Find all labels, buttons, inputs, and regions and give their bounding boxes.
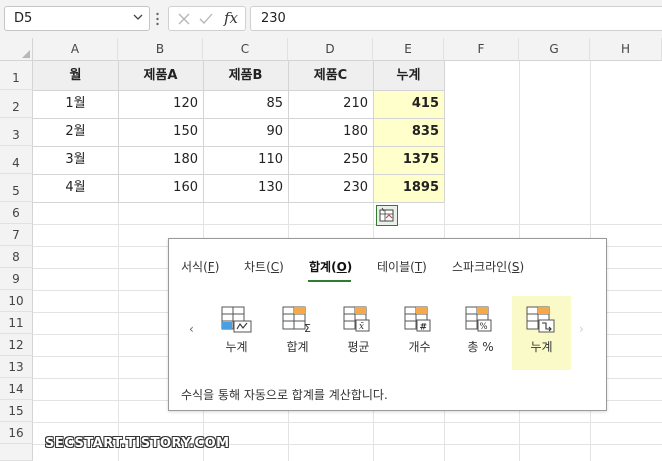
row-header[interactable]: 10 <box>0 290 33 312</box>
formula-bar: D5 fx 230 <box>0 0 662 38</box>
tool-description: 수식을 통해 자동으로 합계를 계산합니다. <box>181 388 388 402</box>
column-header[interactable]: G <box>519 38 590 61</box>
row-header[interactable]: 15 <box>0 400 33 422</box>
tool-label: 총 % <box>467 340 494 354</box>
table-cell[interactable]: 90 <box>203 118 288 146</box>
table-cell[interactable]: 180 <box>288 118 373 146</box>
quick-analysis-button[interactable] <box>376 205 398 226</box>
row-header[interactable]: 12 <box>0 334 33 356</box>
active-tab-indicator <box>308 280 351 282</box>
insert-function-button[interactable]: fx <box>224 9 238 27</box>
tab-totals[interactable]: 합계(O) <box>309 258 352 275</box>
svg-text:%: % <box>480 322 488 332</box>
table-cell[interactable]: 130 <box>203 174 288 202</box>
running-total-cell[interactable]: 415 <box>373 90 444 118</box>
sum-button[interactable]: Σ 합계 <box>268 296 327 370</box>
table-cell[interactable]: 150 <box>118 118 203 146</box>
selected-cell[interactable]: 230 <box>288 174 373 202</box>
count-icon: # <box>404 306 431 333</box>
table-cell[interactable]: 1월 <box>33 90 118 118</box>
running-total-cell[interactable]: 835 <box>373 118 444 146</box>
tool-label: 평균 <box>347 340 370 354</box>
row-header[interactable]: 5 <box>0 174 33 202</box>
sum-icon: Σ <box>282 306 311 334</box>
column-header[interactable]: D <box>288 38 373 61</box>
row-header[interactable]: 2 <box>0 90 33 118</box>
formula-value: 230 <box>261 11 286 26</box>
tab-tables[interactable]: 테이블(T) <box>377 258 427 275</box>
scroll-right-icon[interactable]: › <box>579 322 584 336</box>
table-cell[interactable]: 120 <box>118 90 203 118</box>
tool-label: 개수 <box>408 340 431 354</box>
tool-label: 합계 <box>286 340 309 354</box>
row-header[interactable]: 3 <box>0 118 33 146</box>
name-box-value: D5 <box>14 11 33 26</box>
average-button[interactable]: x̄ 평균 <box>329 296 388 370</box>
tab-sparklines[interactable]: 스파크라인(S) <box>452 258 524 275</box>
column-header[interactable]: F <box>444 38 519 61</box>
name-box[interactable]: D5 <box>4 6 150 31</box>
scroll-left-icon[interactable]: ‹ <box>189 322 194 336</box>
column-header[interactable]: H <box>590 38 662 61</box>
row-header[interactable]: 4 <box>0 146 33 174</box>
running-total-cell[interactable]: 1375 <box>373 146 444 174</box>
formula-input[interactable]: 230 <box>250 6 662 31</box>
more-options-icon[interactable] <box>156 11 159 27</box>
row-header[interactable]: 7 <box>0 224 33 246</box>
svg-text:Σ: Σ <box>304 322 311 334</box>
row-header[interactable]: 8 <box>0 246 33 268</box>
svg-text:#: # <box>420 323 428 333</box>
quick-analysis-icon <box>379 207 394 222</box>
table-header-cell[interactable]: 누계 <box>373 61 444 90</box>
running-total-column-icon <box>526 306 555 333</box>
table-cell[interactable]: 110 <box>203 146 288 174</box>
column-header[interactable]: A <box>33 38 118 61</box>
formula-buttons: fx <box>168 6 246 31</box>
row-header[interactable]: 11 <box>0 312 33 334</box>
svg-text:x̄: x̄ <box>359 322 364 332</box>
running-total-row-button[interactable]: 누계 <box>207 296 266 370</box>
running-total-row-icon <box>221 306 252 333</box>
percent-total-button[interactable]: % 총 % <box>451 296 510 370</box>
count-button[interactable]: # 개수 <box>390 296 449 370</box>
watermark: SECSTART.TISTORY.COM <box>45 436 230 451</box>
table-cell[interactable]: 2월 <box>33 118 118 146</box>
table-cell[interactable]: 85 <box>203 90 288 118</box>
running-total-cell[interactable]: 1895 <box>373 174 444 202</box>
enter-check-icon[interactable] <box>197 10 215 28</box>
tab-charts[interactable]: 차트(C) <box>244 258 284 275</box>
row-header[interactable]: 14 <box>0 378 33 400</box>
table-header-cell[interactable]: 제품C <box>288 61 373 90</box>
table-header-cell[interactable]: 제품B <box>203 61 288 90</box>
tool-label: 누계 <box>225 340 248 354</box>
table-cell[interactable]: 4월 <box>33 174 118 202</box>
table-cell[interactable]: 160 <box>118 174 203 202</box>
row-header[interactable] <box>0 444 33 461</box>
row-header[interactable]: 9 <box>0 268 33 290</box>
column-header[interactable]: B <box>118 38 203 61</box>
table-cell[interactable]: 3월 <box>33 146 118 174</box>
table-header-cell[interactable]: 제품A <box>118 61 203 90</box>
running-total-column-button[interactable]: 누계 <box>512 296 571 370</box>
tool-label: 누계 <box>530 340 553 354</box>
row-header[interactable]: 6 <box>0 202 33 224</box>
percent-total-icon: % <box>465 306 492 332</box>
quick-analysis-panel: 서식(F) 차트(C) 합계(O) 테이블(T) 스파크라인(S) ‹ › 누계… <box>168 238 607 411</box>
row-header[interactable]: 13 <box>0 356 33 378</box>
select-all-corner[interactable] <box>0 38 33 61</box>
table-header-cell[interactable]: 월 <box>33 61 118 90</box>
column-header[interactable]: E <box>373 38 444 61</box>
cancel-icon[interactable] <box>175 10 193 28</box>
table-cell[interactable]: 250 <box>288 146 373 174</box>
chevron-down-icon[interactable] <box>133 12 143 22</box>
average-icon: x̄ <box>343 306 370 332</box>
column-header[interactable]: C <box>203 38 288 61</box>
tab-formatting[interactable]: 서식(F) <box>181 258 219 275</box>
table-cell[interactable]: 210 <box>288 90 373 118</box>
row-header[interactable]: 16 <box>0 422 33 444</box>
row-header[interactable]: 1 <box>0 61 33 90</box>
table-cell[interactable]: 180 <box>118 146 203 174</box>
